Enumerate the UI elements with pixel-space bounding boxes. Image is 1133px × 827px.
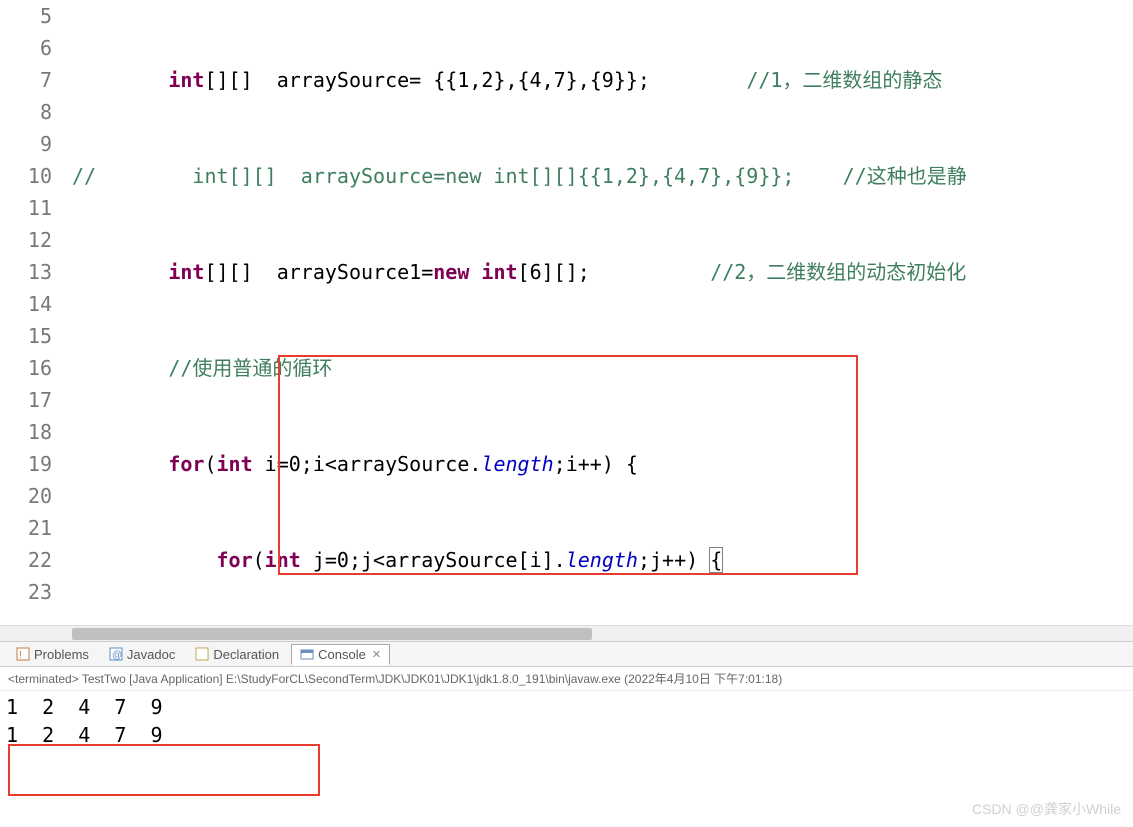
line-number: 10	[0, 160, 52, 192]
code-line: for(int j=0;j<arraySource[i].length;j++)…	[72, 544, 1133, 576]
declaration-icon	[195, 647, 209, 661]
line-number: 14	[0, 288, 52, 320]
tab-label: Problems	[34, 647, 89, 662]
line-number: 5	[0, 0, 52, 32]
tab-declaration[interactable]: Declaration	[187, 645, 287, 664]
marker-column	[60, 0, 72, 625]
svg-text:@: @	[112, 650, 122, 661]
line-number: 19	[0, 448, 52, 480]
code-line: int[][] arraySource1=new int[6][]; //2，二…	[72, 256, 1133, 288]
line-number: 21	[0, 512, 52, 544]
line-number: 9	[0, 128, 52, 160]
console-header: <terminated> TestTwo [Java Application] …	[0, 667, 1133, 691]
code-line: //使用普通的循环	[72, 352, 1133, 384]
line-number: 6	[0, 32, 52, 64]
line-number: 13	[0, 256, 52, 288]
tab-problems[interactable]: ! Problems	[8, 645, 97, 664]
console-icon	[300, 647, 314, 661]
line-number: 22	[0, 544, 52, 576]
tab-label: Console	[318, 647, 366, 662]
javadoc-icon: @	[109, 647, 123, 661]
line-number: 12	[0, 224, 52, 256]
tab-label: Declaration	[213, 647, 279, 662]
highlight-annotation	[8, 744, 320, 796]
line-number: 17	[0, 384, 52, 416]
line-number: 20	[0, 480, 52, 512]
line-number: 15	[0, 320, 52, 352]
problems-icon: !	[16, 647, 30, 661]
code-line: int[][] arraySource= {{1,2},{4,7},{9}}; …	[72, 64, 1133, 96]
line-number: 16	[0, 352, 52, 384]
console-line: 1 2 4 7 9	[6, 693, 1127, 721]
svg-text:!: !	[19, 650, 22, 661]
line-number-gutter: 5 6 7 8 9 10 11 12 13 14 15 16 17 18 19 …	[0, 0, 60, 625]
close-icon[interactable]: ✕	[372, 648, 381, 661]
tab-console[interactable]: Console ✕	[291, 644, 390, 665]
scroll-thumb[interactable]	[72, 628, 592, 640]
line-number: 8	[0, 96, 52, 128]
tab-javadoc[interactable]: @ Javadoc	[101, 645, 183, 664]
code-editor: 5 6 7 8 9 10 11 12 13 14 15 16 17 18 19 …	[0, 0, 1133, 625]
line-number: 23	[0, 576, 52, 608]
code-area[interactable]: int[][] arraySource= {{1,2},{4,7},{9}}; …	[72, 0, 1133, 625]
code-line: for(int i=0;i<arraySource.length;i++) {	[72, 448, 1133, 480]
code-line: // int[][] arraySource=new int[][]{{1,2}…	[72, 160, 1133, 192]
line-number: 11	[0, 192, 52, 224]
watermark: CSDN @@龚家小While	[972, 799, 1121, 819]
line-number: 7	[0, 64, 52, 96]
line-number: 18	[0, 416, 52, 448]
horizontal-scrollbar[interactable]	[0, 625, 1133, 641]
bottom-tabs: ! Problems @ Javadoc Declaration Console…	[0, 641, 1133, 667]
console-line: 1 2 4 7 9	[6, 721, 1127, 749]
tab-label: Javadoc	[127, 647, 175, 662]
console-output[interactable]: 1 2 4 7 9 1 2 4 7 9	[0, 691, 1133, 751]
